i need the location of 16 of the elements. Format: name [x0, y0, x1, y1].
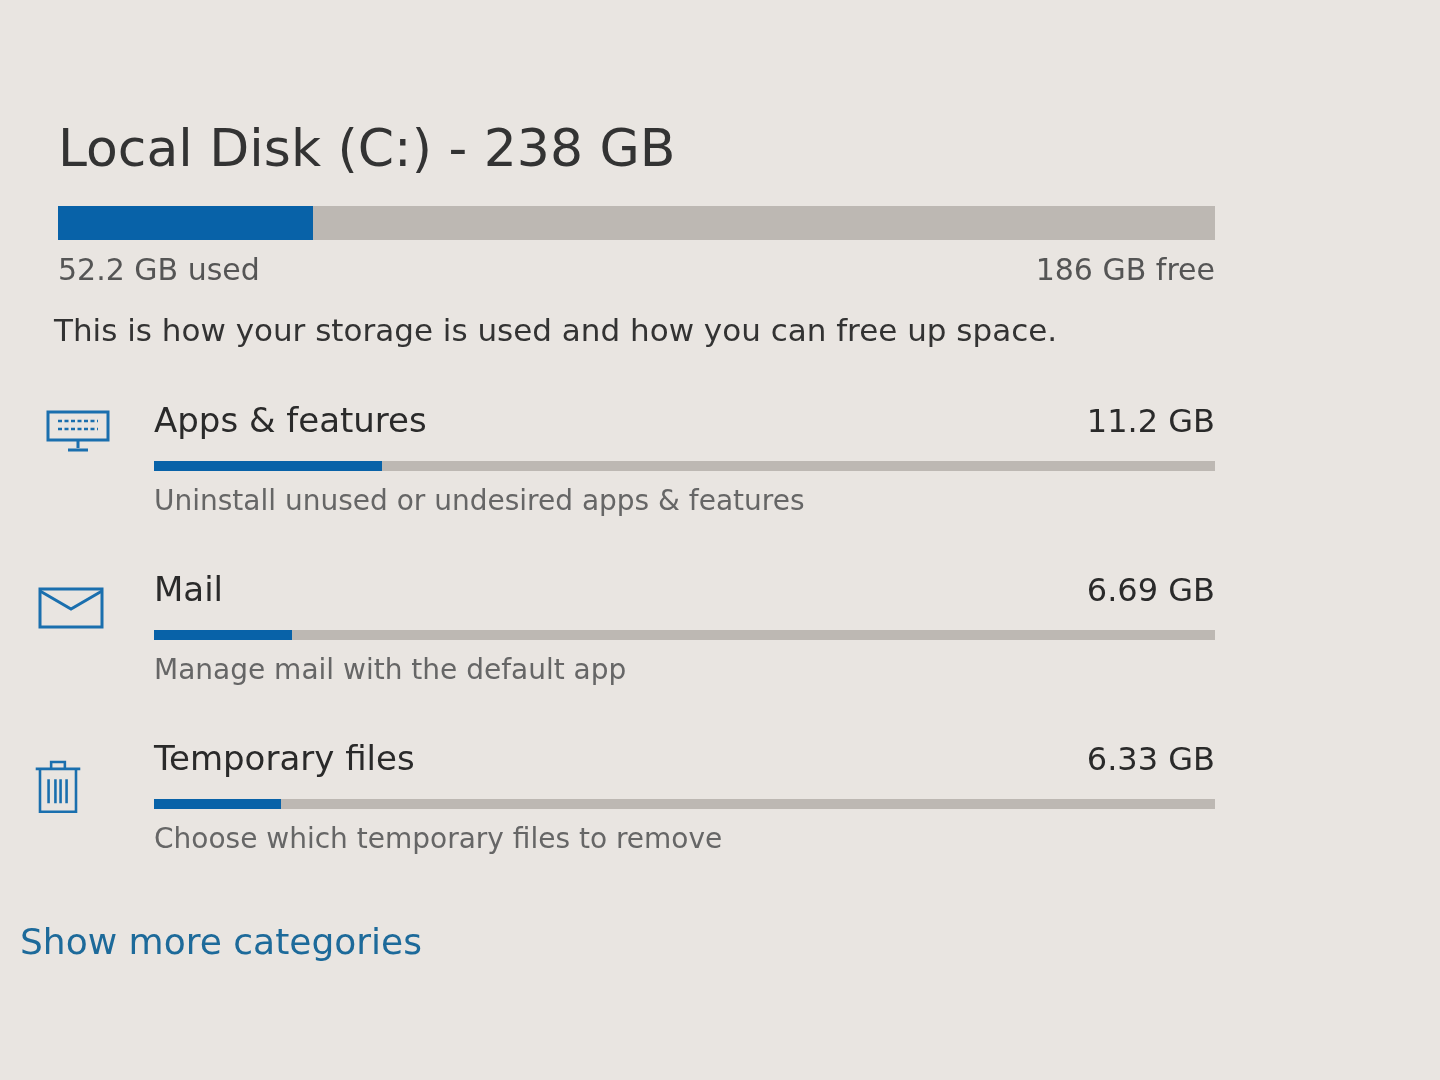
- category-hint: Uninstall unused or undesired apps & features: [154, 483, 806, 519]
- category-hint: Choose which temporary files to remove: [154, 821, 724, 857]
- used-space-label: 52.2 GB used: [58, 251, 260, 289]
- category-name[interactable]: Mail: [154, 565, 224, 613]
- category-size: 6.69 GB: [1086, 570, 1215, 611]
- category-size: 6.33 GB: [1086, 739, 1215, 780]
- envelope-icon: [38, 587, 104, 629]
- category-size: 11.2 GB: [1086, 401, 1215, 442]
- free-space-label: 186 GB free: [1035, 251, 1215, 289]
- show-more-link[interactable]: Show more categories: [20, 917, 422, 967]
- category-name[interactable]: Apps & features: [154, 396, 427, 444]
- disk-title: Local Disk (C:) - 238 GB: [58, 117, 677, 180]
- storage-description: This is how your storage is used and how you can free up space.: [54, 311, 1059, 350]
- category-name[interactable]: Temporary files: [154, 734, 415, 782]
- monitor-icon: [46, 410, 110, 452]
- category-hint: Manage mail with the default app: [154, 652, 628, 688]
